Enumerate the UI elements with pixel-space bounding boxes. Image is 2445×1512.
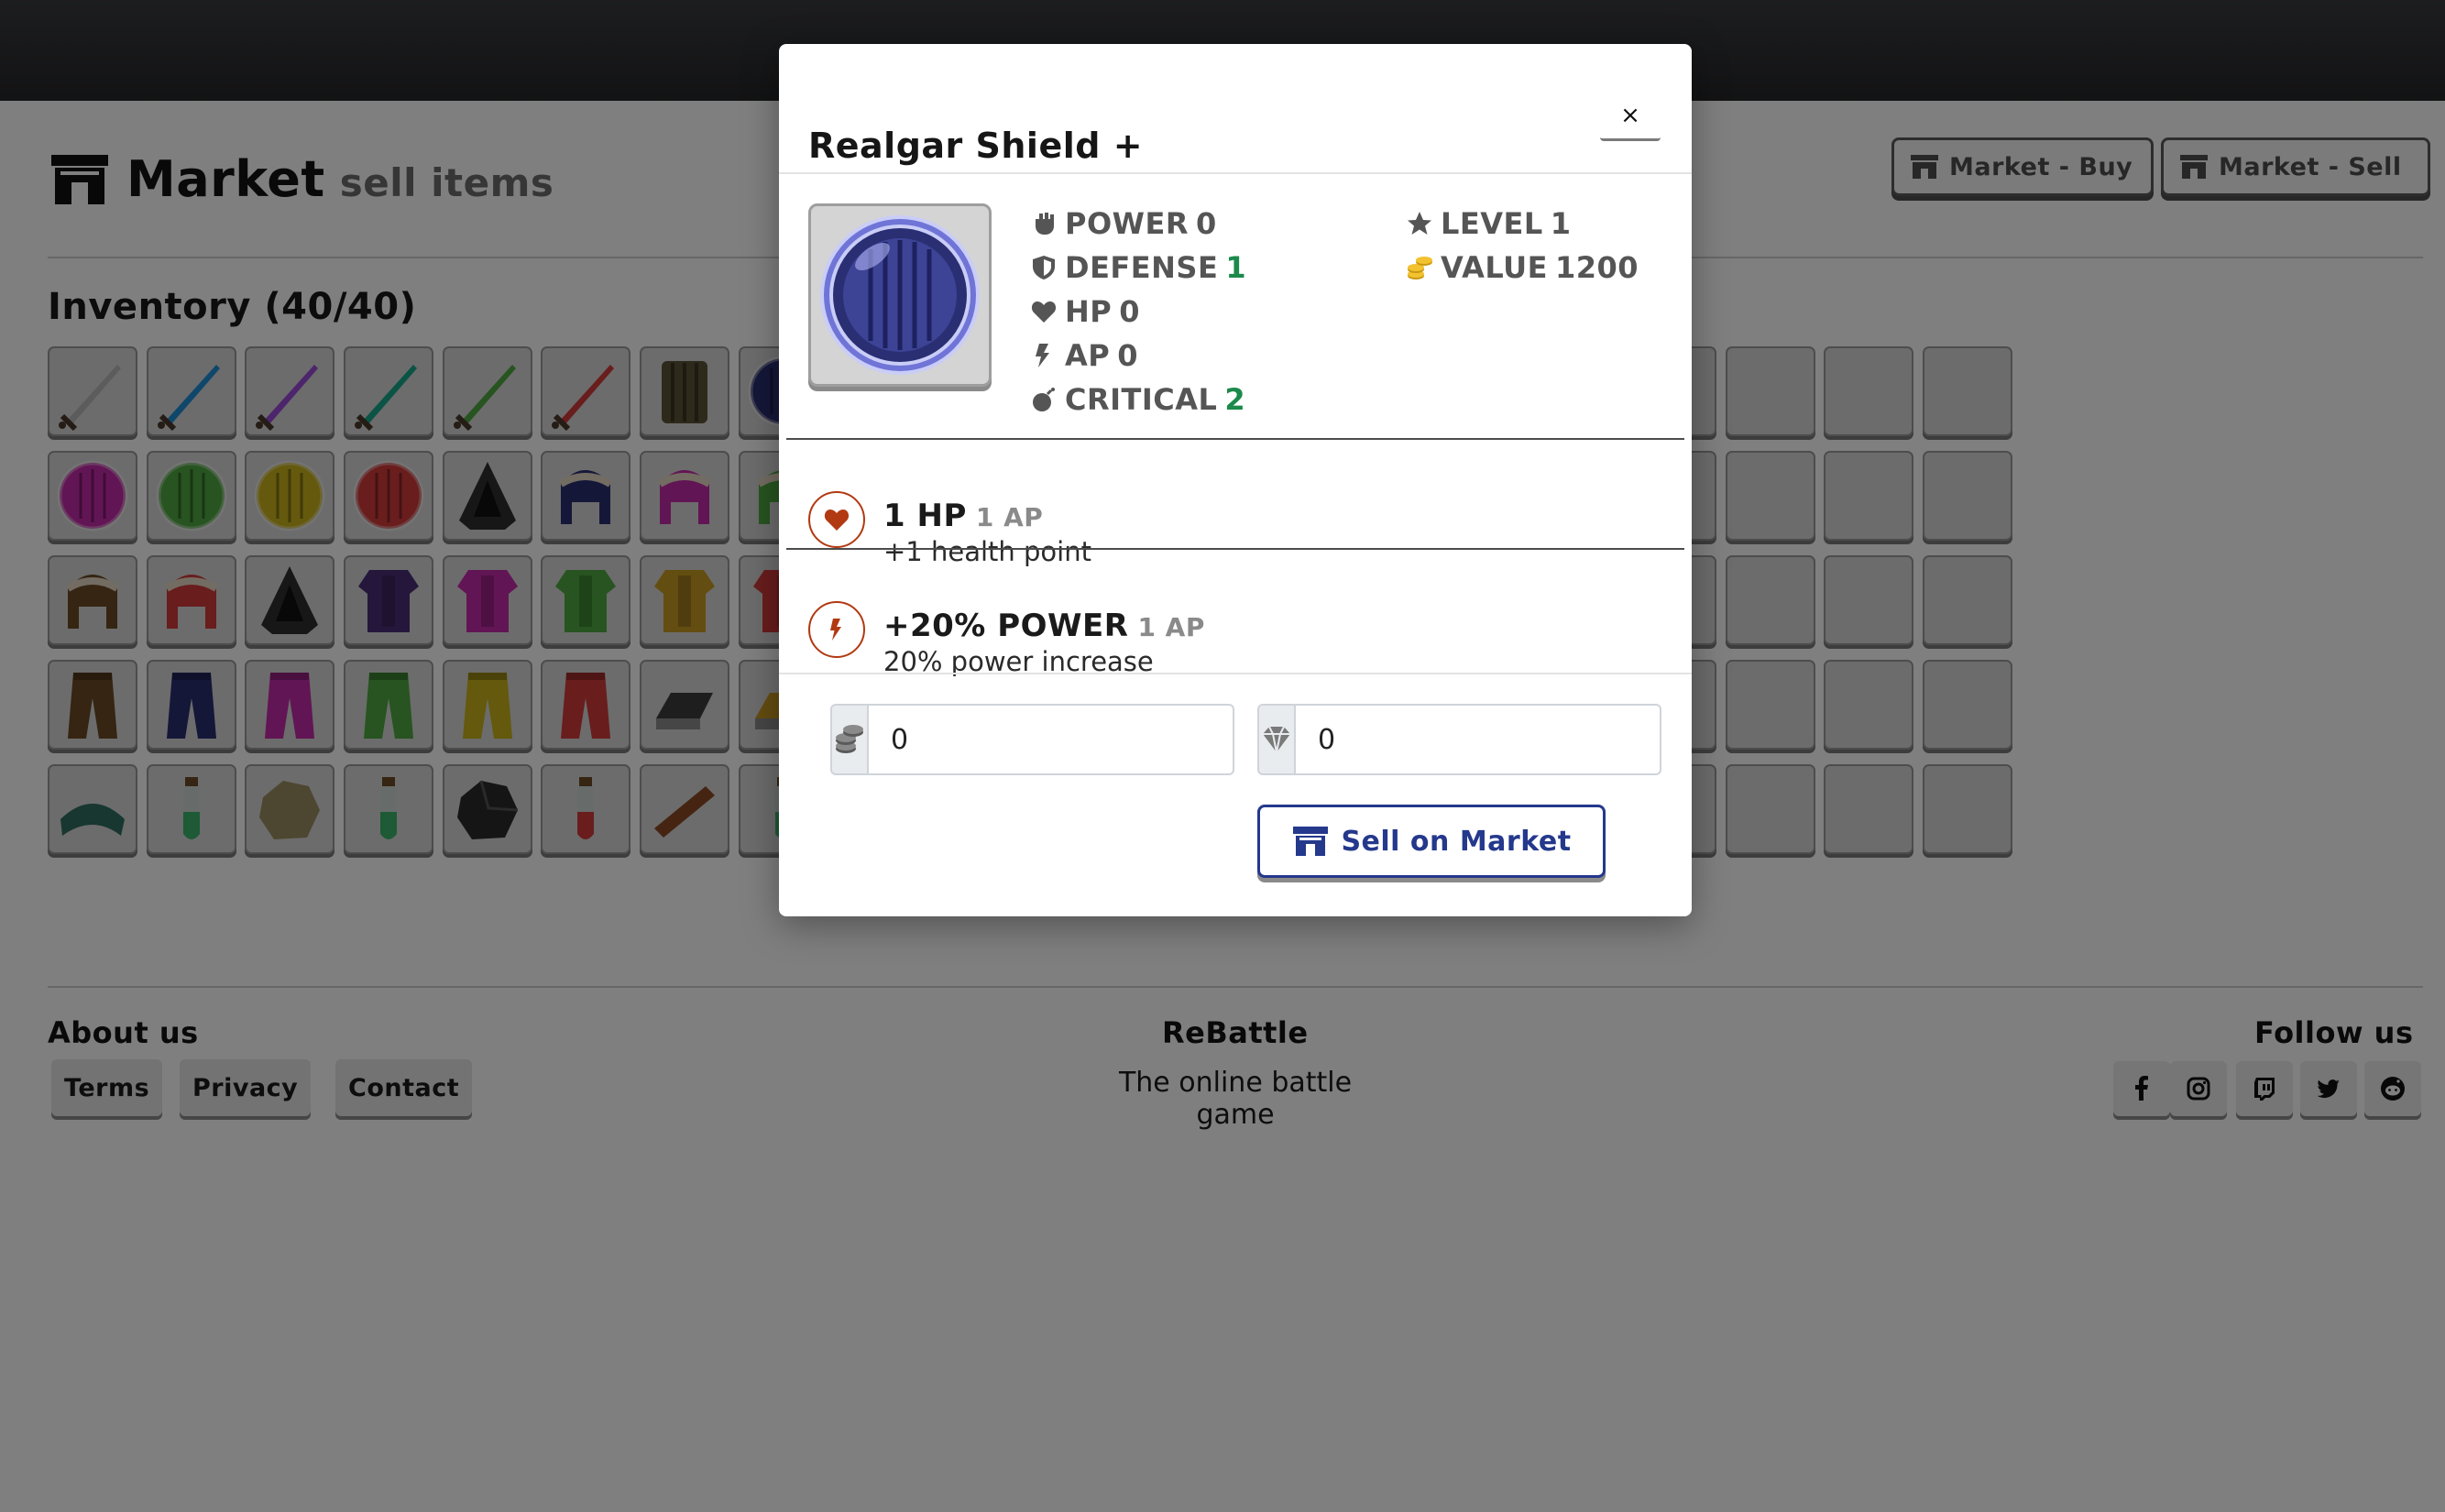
stat-value-amount: 1200 xyxy=(1554,250,1639,285)
stat-ap: AP 0 xyxy=(1030,341,1138,370)
stat-hp-label: HP xyxy=(1065,294,1113,329)
stat-level: LEVEL 1 xyxy=(1406,209,1572,238)
gold-coins-icon xyxy=(1408,257,1432,279)
stat-defense: DEFENSE 1 xyxy=(1030,253,1246,282)
shield-icon xyxy=(1033,256,1055,279)
modal-title: Realgar Shield + xyxy=(808,126,1144,166)
skill-title: +20% POWER xyxy=(883,608,1129,644)
fist-icon xyxy=(1036,213,1054,235)
stat-critical: CRITICAL 2 xyxy=(1030,385,1245,414)
stat-critical-label: CRITICAL xyxy=(1065,382,1218,417)
bomb-icon xyxy=(1033,388,1055,411)
stat-hp: HP 0 xyxy=(1030,297,1140,326)
coins-icon xyxy=(836,725,863,753)
star-icon xyxy=(1408,212,1431,235)
gold-price-group xyxy=(830,704,1234,775)
skill-icon-badge xyxy=(808,601,865,658)
skill-title: 1 HP xyxy=(883,498,967,534)
skill-name: 1 HP 1 AP xyxy=(883,500,1043,531)
section-divider xyxy=(779,673,1692,674)
coins-addon xyxy=(830,704,867,775)
stat-value-label: VALUE xyxy=(1441,250,1548,285)
section-divider xyxy=(786,438,1684,440)
bolt-icon xyxy=(830,619,841,641)
sell-on-market-button[interactable]: Sell on Market xyxy=(1257,805,1606,878)
item-sell-modal: Realgar Shield + × POWER 0 DEFENSE 1 HP … xyxy=(779,44,1692,916)
section-divider xyxy=(786,548,1684,550)
stat-ap-value: 0 xyxy=(1117,338,1138,373)
stat-level-value: 1 xyxy=(1550,206,1572,241)
modal-header-divider xyxy=(779,172,1692,174)
close-button[interactable]: × xyxy=(1600,92,1661,141)
gem-icon xyxy=(1263,726,1290,753)
skill-description: 20% power increase xyxy=(883,646,1154,677)
sell-on-market-label: Sell on Market xyxy=(1341,825,1572,858)
stat-power-value: 0 xyxy=(1195,206,1217,241)
heart-icon xyxy=(1031,301,1057,323)
stat-defense-label: DEFENSE xyxy=(1065,250,1219,285)
item-image-frame xyxy=(808,203,992,387)
stat-power-label: POWER xyxy=(1065,206,1189,241)
gem-price-input[interactable] xyxy=(1294,704,1661,775)
skill-name: +20% POWER 1 AP xyxy=(883,610,1205,641)
round-shield-icon xyxy=(820,215,980,375)
stat-value: VALUE 1200 xyxy=(1406,253,1639,282)
stat-critical-value: 2 xyxy=(1224,382,1246,417)
skill-ap-cost: 1 AP xyxy=(975,502,1044,532)
skill-description: +1 health point xyxy=(883,536,1091,567)
bolt-icon xyxy=(1036,344,1049,367)
stat-hp-value: 0 xyxy=(1119,294,1140,329)
heart-icon xyxy=(824,509,850,531)
gem-addon xyxy=(1257,704,1294,775)
stat-power: POWER 0 xyxy=(1030,209,1217,238)
skill-icon-badge xyxy=(808,491,865,548)
gold-price-input[interactable] xyxy=(867,704,1234,775)
shop-icon xyxy=(1293,827,1329,856)
gem-price-group xyxy=(1257,704,1661,775)
stat-ap-label: AP xyxy=(1065,338,1111,373)
skill-ap-cost: 1 AP xyxy=(1137,612,1205,642)
stat-defense-value: 1 xyxy=(1225,250,1247,285)
stat-level-label: LEVEL xyxy=(1441,206,1543,241)
